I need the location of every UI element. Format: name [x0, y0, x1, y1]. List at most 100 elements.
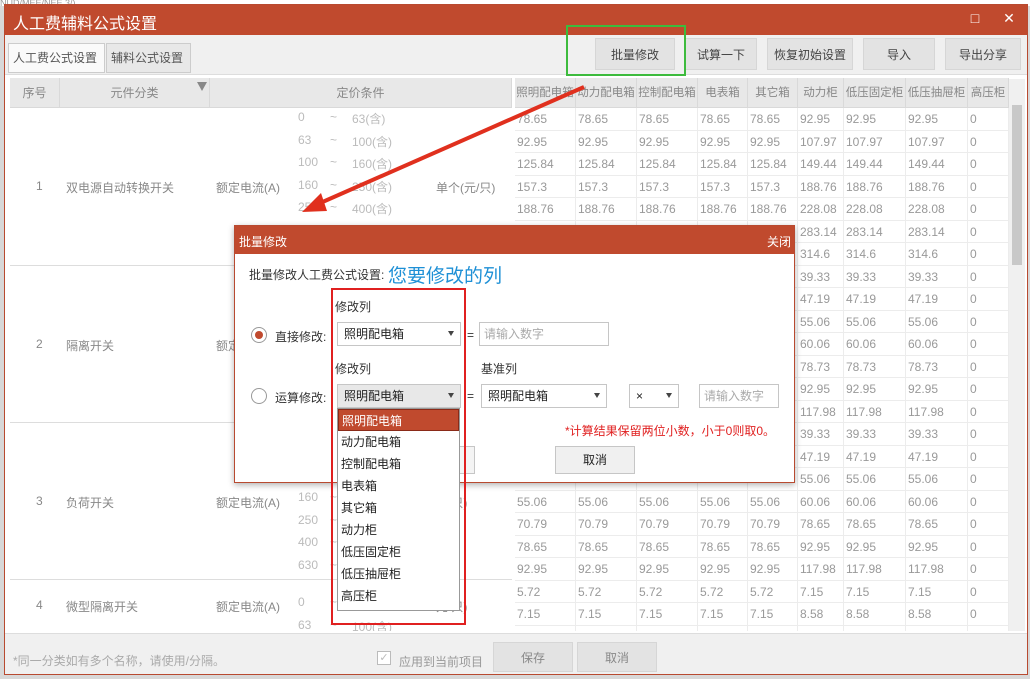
range-value[interactable]: 100 [298, 155, 318, 169]
price-cell[interactable]: 314.6 [798, 243, 844, 266]
footer-cancel-button[interactable]: 取消 [577, 642, 657, 672]
price-cell[interactable]: 5.72 [515, 580, 576, 603]
price-cell[interactable]: 314.6 [906, 243, 968, 266]
price-cell[interactable]: 70.79 [576, 513, 637, 536]
range-value[interactable]: 63 [298, 133, 311, 147]
price-cell[interactable]: 92.95 [576, 130, 637, 153]
price-cell[interactable]: 157.3 [576, 175, 637, 198]
price-cell[interactable]: 78.65 [515, 108, 576, 131]
price-cell[interactable]: 70.79 [748, 513, 798, 536]
price-cell[interactable]: 7.15 [576, 603, 637, 626]
price-cell[interactable]: 117.98 [798, 558, 844, 581]
direct-modify-radio[interactable] [251, 327, 267, 343]
price-cell[interactable]: 149.44 [844, 153, 906, 176]
price-cell[interactable]: 78.73 [798, 355, 844, 378]
price-cell[interactable]: 125.84 [637, 153, 698, 176]
price-cell[interactable]: 55.06 [698, 490, 748, 513]
price-cell[interactable]: 39.33 [844, 423, 906, 446]
price-cell[interactable]: 228.08 [906, 198, 968, 221]
price-cell[interactable]: 0 [968, 490, 1009, 513]
price-cell[interactable]: 78.65 [698, 535, 748, 558]
price-cell[interactable]: 39.33 [844, 625, 906, 631]
price-cell[interactable]: 0 [968, 378, 1009, 401]
price-cell[interactable]: 188.76 [798, 175, 844, 198]
import-button[interactable]: 导入 [863, 38, 935, 70]
price-cell[interactable]: 60.06 [844, 333, 906, 356]
range-value[interactable]: 160 [298, 178, 318, 192]
price-cell[interactable]: 39.33 [798, 265, 844, 288]
price-cell[interactable]: 92.95 [515, 558, 576, 581]
range-value[interactable]: ~ [330, 200, 337, 214]
price-cell[interactable]: 70.79 [515, 513, 576, 536]
price-cell[interactable]: 188.76 [698, 198, 748, 221]
operation-value-input[interactable]: 请输入数字 [699, 384, 779, 408]
price-cell[interactable]: 70.79 [637, 513, 698, 536]
price-cell[interactable]: 31.46 [698, 625, 748, 631]
price-cell[interactable]: 0 [968, 243, 1009, 266]
price-cell[interactable]: 39.33 [798, 423, 844, 446]
price-cell[interactable]: 55.06 [844, 468, 906, 491]
price-cell[interactable]: 55.06 [906, 310, 968, 333]
price-cell[interactable]: 92.95 [844, 378, 906, 401]
export-share-button[interactable]: 导出分享 [945, 38, 1021, 70]
range-value[interactable]: 63 [298, 618, 311, 632]
price-cell[interactable]: 314.6 [844, 243, 906, 266]
price-cell[interactable]: 117.98 [798, 400, 844, 423]
price-cell[interactable]: 0 [968, 355, 1009, 378]
price-cell[interactable]: 7.15 [906, 580, 968, 603]
price-cell[interactable]: 47.19 [798, 445, 844, 468]
price-cell[interactable]: 55.06 [844, 310, 906, 333]
price-cell[interactable]: 78.65 [637, 535, 698, 558]
price-cell[interactable]: 157.3 [637, 175, 698, 198]
price-cell[interactable]: 188.76 [637, 198, 698, 221]
price-cell[interactable]: 0 [968, 310, 1009, 333]
price-cell[interactable]: 39.33 [844, 265, 906, 288]
price-cell[interactable]: 5.72 [698, 580, 748, 603]
range-value[interactable]: ~ [330, 110, 337, 124]
price-cell[interactable]: 125.84 [698, 153, 748, 176]
price-cell[interactable]: 188.76 [576, 198, 637, 221]
price-cell[interactable]: 55.06 [748, 490, 798, 513]
price-cell[interactable]: 5.72 [576, 580, 637, 603]
price-cell[interactable]: 0 [968, 423, 1009, 446]
price-cell[interactable]: 228.08 [844, 198, 906, 221]
price-cell[interactable]: 125.84 [576, 153, 637, 176]
price-cell[interactable]: 78.65 [698, 108, 748, 131]
price-cell[interactable]: 92.95 [748, 558, 798, 581]
price-cell[interactable]: 92.95 [906, 378, 968, 401]
price-cell[interactable]: 60.06 [798, 333, 844, 356]
price-cell[interactable]: 157.3 [515, 175, 576, 198]
price-cell[interactable]: 70.79 [698, 513, 748, 536]
price-cell[interactable]: 92.95 [844, 108, 906, 131]
price-cell[interactable]: 117.98 [844, 558, 906, 581]
price-cell[interactable]: 0 [968, 198, 1009, 221]
price-cell[interactable]: 92.95 [698, 130, 748, 153]
price-cell[interactable]: 47.19 [844, 445, 906, 468]
price-cell[interactable]: 117.98 [906, 400, 968, 423]
price-cell[interactable]: 117.98 [844, 400, 906, 423]
range-value[interactable]: 250(含) [352, 178, 392, 195]
price-cell[interactable]: 31.46 [576, 625, 637, 631]
range-value[interactable]: 630 [298, 558, 318, 572]
price-cell[interactable]: 0 [968, 108, 1009, 131]
price-cell[interactable]: 78.65 [798, 513, 844, 536]
price-cell[interactable]: 55.06 [637, 490, 698, 513]
range-value[interactable]: 100(含) [352, 133, 392, 150]
price-cell[interactable]: 92.95 [576, 558, 637, 581]
range-value[interactable]: ~ [330, 178, 337, 192]
range-value[interactable]: 250 [298, 200, 318, 214]
restore-icon[interactable]: □ [965, 10, 985, 26]
price-cell[interactable]: 107.97 [906, 130, 968, 153]
price-cell[interactable]: 92.95 [515, 130, 576, 153]
price-cell[interactable]: 47.19 [798, 288, 844, 311]
price-cell[interactable]: 78.65 [576, 108, 637, 131]
price-cell[interactable]: 0 [968, 445, 1009, 468]
price-cell[interactable]: 92.95 [637, 558, 698, 581]
price-cell[interactable]: 39.33 [906, 423, 968, 446]
price-cell[interactable]: 31.46 [748, 625, 798, 631]
dialog-close-button[interactable]: 关闭 [767, 233, 791, 250]
category-name[interactable]: 双电源自动转换开关 [66, 179, 174, 196]
reset-defaults-button[interactable]: 恢复初始设置 [767, 38, 853, 70]
price-cell[interactable]: 78.65 [906, 513, 968, 536]
range-value[interactable]: 250 [298, 513, 318, 527]
